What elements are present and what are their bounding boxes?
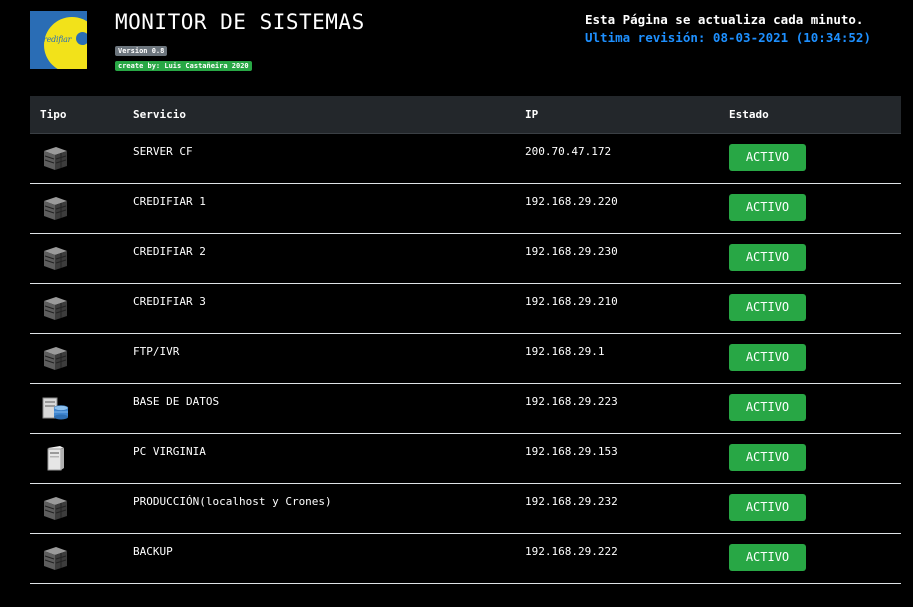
ip-address: 200.70.47.172	[525, 144, 612, 158]
ip-address: 192.168.29.230	[525, 244, 618, 258]
status-cell: ACTIVO	[719, 133, 901, 183]
refresh-notice: Esta Página se actualiza cada minuto.	[585, 12, 864, 27]
database-icon	[40, 394, 113, 422]
server-icon	[40, 194, 113, 222]
version-badge: Version 0.8	[115, 46, 168, 56]
ip-address: 192.168.29.153	[525, 444, 618, 458]
author-badge: create by: Luis Castañeira 2020	[115, 61, 252, 71]
table-row: SERVER CF 200.70.47.172 ACTIVO	[30, 133, 901, 183]
column-header-ip: IP	[515, 96, 719, 134]
table-row: CREDIFIAR 2 192.168.29.230 ACTIVO	[30, 233, 901, 283]
type-cell	[30, 533, 123, 583]
service-name: BACKUP	[133, 544, 173, 558]
ip-address: 192.168.29.222	[525, 544, 618, 558]
status-badge: ACTIVO	[729, 193, 806, 221]
server-icon	[40, 294, 113, 322]
ip-address: 192.168.29.220	[525, 194, 618, 208]
server-icon	[40, 244, 113, 272]
type-cell	[30, 433, 123, 483]
status-badge: ACTIVO	[729, 343, 806, 371]
status-cell: ACTIVO	[719, 483, 901, 533]
status-cell: ACTIVO	[719, 233, 901, 283]
pc-tower-icon	[40, 444, 113, 472]
table-row: PRODUCCIÓN(localhost y Crones) 192.168.29…	[30, 483, 901, 533]
type-cell	[30, 133, 123, 183]
service-name: SERVER CF	[133, 144, 193, 158]
status-badge: ACTIVO	[729, 243, 806, 271]
service-name: CREDIFIAR 1	[133, 194, 206, 208]
type-cell	[30, 383, 123, 433]
status-badge: ACTIVO	[729, 543, 806, 571]
table-row: PC VIRGINIA 192.168.29.153 ACTIVO	[30, 433, 901, 483]
table-row: BACKUP 192.168.29.222 ACTIVO	[30, 533, 901, 583]
table-row: BASE DE DATOS 192.168.29.223 ACTIVO	[30, 383, 901, 433]
type-cell	[30, 283, 123, 333]
server-icon	[40, 544, 113, 572]
type-cell	[30, 233, 123, 283]
page-title: MONITOR DE SISTEMAS	[115, 10, 365, 34]
logo-text: credifiar	[39, 35, 72, 44]
server-icon	[40, 344, 113, 372]
server-icon	[40, 144, 113, 172]
ip-address: 192.168.29.232	[525, 494, 618, 508]
service-name: CREDIFIAR 2	[133, 244, 206, 258]
status-cell: ACTIVO	[719, 433, 901, 483]
table-row: FTP/IVR 192.168.29.1 ACTIVO	[30, 333, 901, 383]
table-row: CREDIFIAR 3 192.168.29.210 ACTIVO	[30, 283, 901, 333]
status-badge: ACTIVO	[729, 393, 806, 421]
status-cell: ACTIVO	[719, 283, 901, 333]
ip-address: 192.168.29.210	[525, 294, 618, 308]
table-row: CREDIFIAR 1 192.168.29.220 ACTIVO	[30, 183, 901, 233]
services-table: Tipo Servicio IP Estado SERVER CF 200.70.…	[30, 96, 901, 584]
ip-address: 192.168.29.223	[525, 394, 618, 408]
status-badge: ACTIVO	[729, 443, 806, 471]
status-cell: ACTIVO	[719, 183, 901, 233]
status-badge: ACTIVO	[729, 493, 806, 521]
ip-address: 192.168.29.1	[525, 344, 605, 358]
status-cell: ACTIVO	[719, 333, 901, 383]
service-name: PC VIRGINIA	[133, 444, 206, 458]
column-header-estado: Estado	[719, 96, 901, 134]
credifiar-logo: credifiar	[30, 11, 87, 69]
service-name: CREDIFIAR 3	[133, 294, 206, 308]
service-name: FTP/IVR	[133, 344, 180, 358]
server-icon	[40, 494, 113, 522]
type-cell	[30, 183, 123, 233]
last-revision: Ultima revisión: 08-03-2021 (10:34:52)	[585, 30, 871, 45]
column-header-servicio: Servicio	[123, 96, 515, 134]
status-cell: ACTIVO	[719, 533, 901, 583]
status-badge: ACTIVO	[729, 293, 806, 321]
service-name: BASE DE DATOS	[133, 394, 220, 408]
type-cell	[30, 483, 123, 533]
status-badge: ACTIVO	[729, 143, 806, 171]
column-header-tipo: Tipo	[30, 96, 123, 134]
status-cell: ACTIVO	[719, 383, 901, 433]
table-header-row: Tipo Servicio IP Estado	[30, 96, 901, 134]
logo-dot	[76, 32, 87, 45]
type-cell	[30, 333, 123, 383]
service-name: PRODUCCIÓN(localhost y Crones)	[133, 494, 332, 508]
